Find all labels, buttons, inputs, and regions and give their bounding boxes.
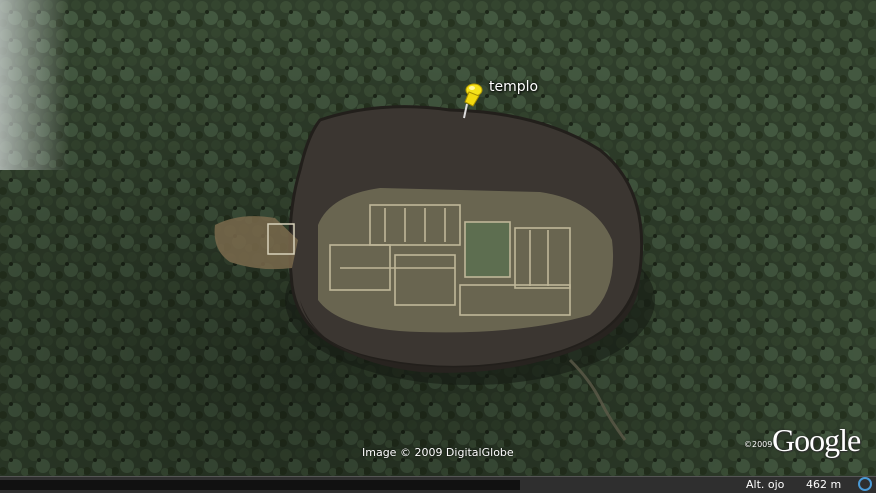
placemark-label[interactable]: templo (489, 79, 538, 95)
status-bar (0, 476, 876, 493)
google-copyright: ©2009 (744, 440, 773, 449)
eye-altitude-label: Alt. ojo (746, 478, 785, 491)
yellow-pushpin-icon[interactable] (458, 82, 486, 120)
streaming-status-icon (858, 477, 872, 491)
google-logo: Google (772, 422, 861, 458)
imagery-credit: Image © 2009 DigitalGlobe (362, 446, 514, 459)
satellite-map-view[interactable] (0, 0, 876, 492)
eye-altitude-value: 462 m (806, 478, 842, 491)
streaming-progress-track (0, 480, 520, 490)
cloud-haze (0, 0, 70, 170)
